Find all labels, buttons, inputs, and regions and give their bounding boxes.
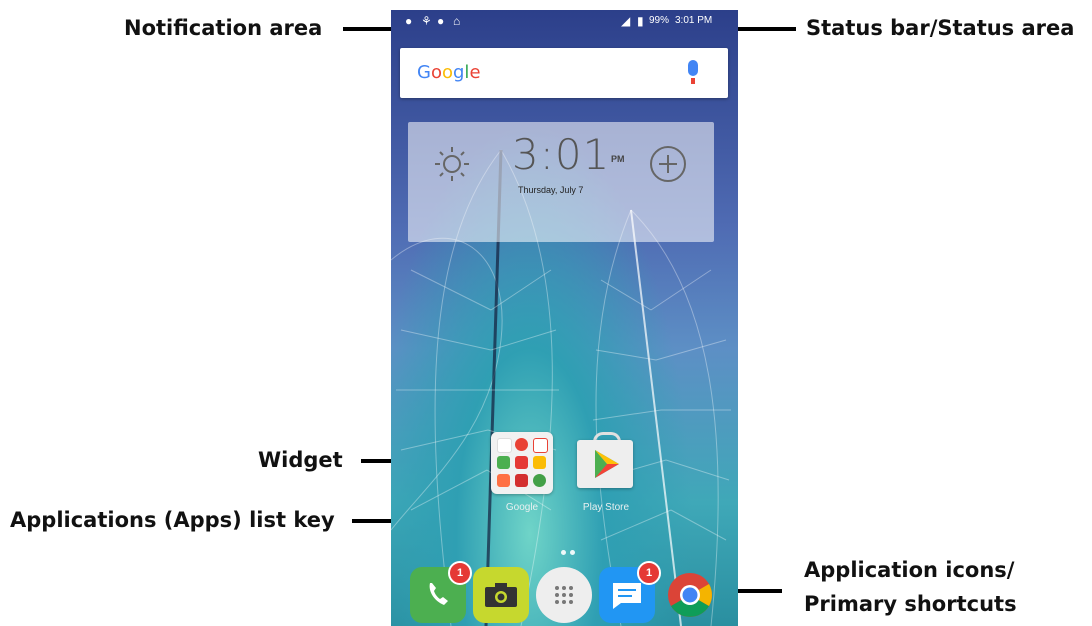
- chrome-icon: [668, 573, 712, 617]
- google-folder-label: Google: [505, 502, 539, 513]
- apps-list-key-label: Applications (Apps) list key: [10, 508, 335, 532]
- drive-mini-icon: [533, 456, 546, 469]
- google-search-bar[interactable]: Google: [400, 48, 728, 98]
- wallpaper-leaves: [391, 149, 731, 626]
- messages-app-icon[interactable]: 1: [599, 561, 661, 623]
- battery-percent: 99%: [649, 15, 670, 26]
- play-store-label: Play Store: [582, 502, 630, 513]
- maps-mini-icon: [497, 456, 510, 469]
- sun-icon: [435, 147, 469, 181]
- add-icon[interactable]: [650, 146, 686, 182]
- camera-icon: [485, 583, 517, 607]
- page-dot: [561, 550, 566, 555]
- google-logo: Google: [417, 62, 481, 83]
- clock-widget[interactable]: 3:01 PM Thursday, July 7: [408, 122, 714, 242]
- notification-icon-3: ●: [437, 14, 445, 28]
- battery-icon: ▮: [637, 14, 644, 28]
- widget-label: Widget: [258, 448, 343, 472]
- notification-icon-2: ⚘: [421, 14, 432, 28]
- notification-icon-1: ●: [405, 14, 413, 28]
- signal-icon: ◢: [621, 14, 631, 28]
- camera-app-icon[interactable]: [473, 567, 529, 623]
- page-dot: [570, 550, 575, 555]
- movies-mini-icon: [515, 474, 528, 487]
- notification-icon-4: ⌂: [453, 14, 461, 28]
- bag-body: [577, 440, 633, 488]
- play-triangle-icon: [595, 450, 619, 478]
- status-time: 3:01 PM: [675, 15, 713, 26]
- phone-app-icon[interactable]: 1: [410, 561, 472, 623]
- youtube-mini-icon: [515, 456, 528, 469]
- gmail-mini-icon: [533, 438, 548, 453]
- hangouts-mini-icon: [533, 474, 546, 487]
- apps-grid-icon: [555, 586, 573, 604]
- mic-icon[interactable]: [688, 60, 698, 84]
- page-indicator: [559, 542, 577, 560]
- apps-list-key[interactable]: [536, 567, 592, 623]
- chrome-mini-icon: [515, 438, 528, 451]
- play-store-icon[interactable]: [577, 432, 633, 492]
- google-app-icon: [497, 438, 512, 453]
- clock-date: Thursday, July 7: [518, 185, 584, 195]
- clock-time: 3:01: [512, 130, 611, 179]
- status-bar-label: Status bar/Status area: [806, 16, 1075, 40]
- status-bar: ● ⚘ ● ⌂ ◢ ▮ 99% 3:01 PM: [391, 10, 738, 32]
- phone-screen: ● ⚘ ● ⌂ ◢ ▮ 99% 3:01 PM Google 3:01 PM T…: [391, 10, 738, 626]
- google-folder[interactable]: [491, 432, 553, 494]
- music-mini-icon: [497, 474, 510, 487]
- notification-area-label: Notification area: [124, 16, 323, 40]
- app-icons-label-line1: Application icons/: [804, 558, 1015, 582]
- clock-ampm: PM: [611, 154, 625, 164]
- app-icons-label-line2: Primary shortcuts: [804, 592, 1017, 616]
- chrome-app-icon[interactable]: [662, 567, 718, 623]
- messages-badge: 1: [637, 561, 661, 585]
- phone-badge: 1: [448, 561, 472, 585]
